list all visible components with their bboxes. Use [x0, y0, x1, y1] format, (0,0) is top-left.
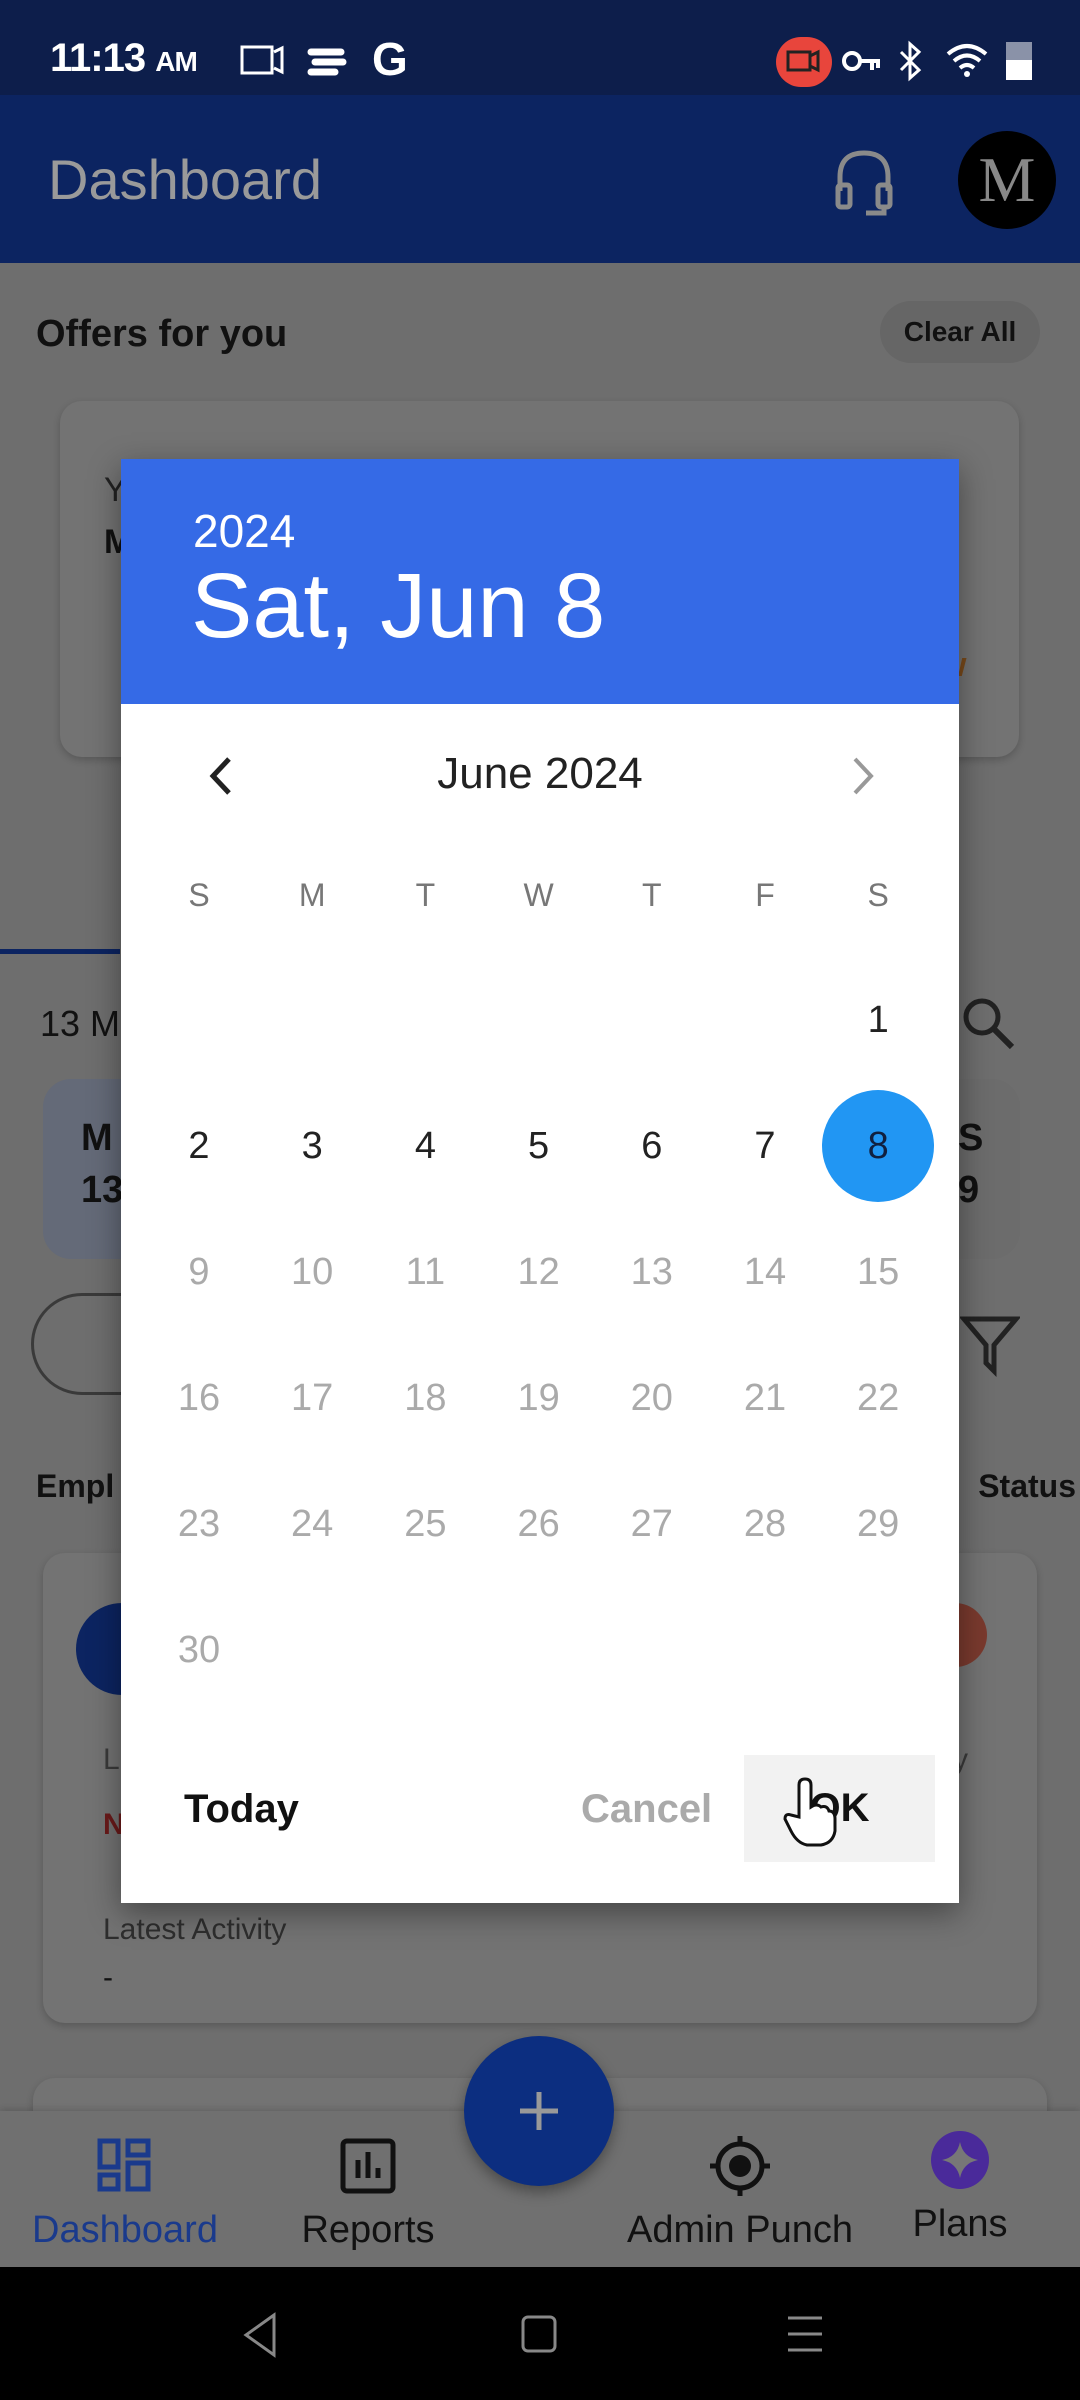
- google-icon: G: [372, 33, 408, 85]
- year-label[interactable]: 2024: [193, 504, 295, 558]
- summary-label: S: [958, 1117, 984, 1159]
- avatar[interactable]: M: [958, 131, 1056, 229]
- nav-plans[interactable]: Plans: [890, 2125, 1030, 2246]
- calendar-day[interactable]: 7: [709, 1090, 821, 1202]
- bar-chart-icon: [340, 2138, 396, 2194]
- date-label: 13 M: [40, 1003, 121, 1044]
- nav-label: Dashboard: [32, 2209, 218, 2251]
- calendar-day[interactable]: 3: [256, 1090, 368, 1202]
- nav-dashboard[interactable]: Dashboard: [20, 2131, 230, 2252]
- list-header-status: Status: [978, 1468, 1076, 1504]
- weekday-label: W: [523, 877, 554, 913]
- plus-icon: [520, 2092, 558, 2130]
- summary-value: 13: [81, 1169, 124, 1211]
- date-picker-header: 2024 Sat, Jun 8: [121, 459, 959, 704]
- sparkle-icon: [931, 2131, 989, 2189]
- calendar-day: 12: [517, 1250, 560, 1293]
- filter-icon[interactable]: [960, 1313, 1020, 1377]
- ok-button[interactable]: OK: [744, 1755, 935, 1862]
- cancel-button[interactable]: Cancel: [581, 1787, 712, 1832]
- calendar-day: 11: [405, 1250, 446, 1293]
- search-icon[interactable]: [958, 993, 1018, 1053]
- latest-activity-label: Latest Activity: [103, 1913, 287, 1946]
- latest-activity-value: -: [103, 1961, 113, 1994]
- nav-label: Plans: [912, 2203, 1008, 2245]
- calendar-day: 28: [743, 1502, 787, 1545]
- vpn-key-icon: [842, 51, 880, 71]
- calendar-day: 29: [857, 1502, 900, 1545]
- summary-label: M: [81, 1117, 113, 1159]
- calendar-day: 19: [517, 1376, 560, 1419]
- calendar-day[interactable]: 2: [143, 1090, 255, 1202]
- location-target-icon: [710, 2136, 770, 2196]
- calendar-day: 22: [857, 1376, 900, 1419]
- calendar-day: 13: [630, 1250, 673, 1293]
- calendar-day: 14: [743, 1250, 787, 1293]
- sync-icon: [307, 48, 347, 76]
- calendar-day: 24: [291, 1502, 334, 1545]
- next-month-icon[interactable]: [843, 751, 883, 801]
- nav-reports[interactable]: Reports: [268, 2131, 468, 2252]
- calendar-day: 10: [291, 1250, 334, 1293]
- month-label: June 2024: [437, 749, 643, 798]
- headset-icon[interactable]: [832, 147, 896, 219]
- offers-title: Offers for you: [36, 313, 288, 355]
- calendar-day[interactable]: 4: [369, 1090, 481, 1202]
- hand-cursor-icon: [783, 1777, 837, 1847]
- tab-indicator: [0, 949, 120, 954]
- calendar-day: 17: [291, 1376, 334, 1419]
- calendar-day[interactable]: 1: [822, 964, 934, 1076]
- page-title: Dashboard: [48, 148, 322, 211]
- recents-icon[interactable]: [786, 2315, 826, 2353]
- bluetooth-icon: [899, 40, 922, 82]
- nav-label: Reports: [301, 2209, 435, 2251]
- weekday-label: T: [642, 877, 662, 913]
- dashboard-grid-icon: [97, 2138, 151, 2192]
- weekday-label: S: [188, 877, 210, 913]
- nav-admin-punch[interactable]: Admin Punch: [610, 2131, 870, 2252]
- nav-label: Admin Punch: [626, 2209, 853, 2251]
- selected-date-label: Sat, Jun 8: [191, 555, 606, 657]
- calendar-day: 25: [404, 1502, 447, 1545]
- calendar-day: 23: [177, 1502, 221, 1545]
- status-time: 11:13 AM: [50, 36, 198, 80]
- today-button[interactable]: Today: [184, 1787, 299, 1832]
- add-fab-button[interactable]: [464, 2036, 614, 2186]
- employee-text: L: [103, 1743, 120, 1776]
- summary-value: 9: [958, 1169, 980, 1211]
- calendar-day: 27: [630, 1502, 673, 1545]
- calendar-day: 20: [630, 1376, 673, 1419]
- battery-icon: [1006, 42, 1032, 80]
- home-icon[interactable]: [520, 2314, 560, 2354]
- list-header-employee: Empl: [36, 1468, 115, 1504]
- calendar-day: 26: [517, 1502, 560, 1545]
- weekday-label: T: [415, 877, 436, 913]
- system-nav-bar: [0, 2267, 1080, 2400]
- calendar-day[interactable]: 6: [596, 1090, 708, 1202]
- weekday-label: F: [755, 877, 775, 913]
- calendar-day: 9: [188, 1250, 210, 1293]
- weekday-label: M: [298, 877, 326, 913]
- clear-all-button[interactable]: Clear All: [880, 301, 1040, 363]
- calendar-day: 15: [857, 1250, 900, 1293]
- status-bar: 11:13 AM G: [0, 0, 1080, 95]
- calendar-day: 18: [404, 1376, 447, 1419]
- back-icon[interactable]: [240, 2312, 280, 2358]
- screen-record-icon: [240, 45, 284, 75]
- calendar-day: 30: [177, 1628, 221, 1671]
- calendar-day-selected[interactable]: 8: [822, 1090, 935, 1202]
- calendar-day[interactable]: 5: [483, 1090, 595, 1202]
- app-bar: Dashboard M: [0, 95, 1080, 263]
- recording-icon: [776, 37, 832, 87]
- calendar-day: 21: [743, 1376, 787, 1419]
- date-picker-dialog: 2024 Sat, Jun 8 June 2024 SMTWTFS1234567…: [121, 459, 959, 1903]
- weekday-label: S: [867, 877, 889, 913]
- wifi-icon: [946, 44, 988, 77]
- calendar-day: 16: [177, 1376, 221, 1419]
